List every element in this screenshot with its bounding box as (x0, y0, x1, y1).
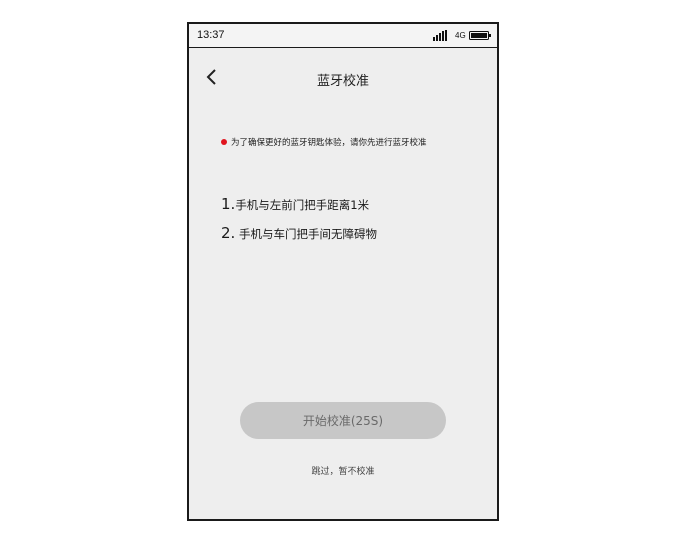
signal-bars-icon (433, 30, 447, 41)
status-bar: 13:37 4G (189, 24, 497, 48)
nav-bar: 蓝牙校准 (189, 48, 497, 104)
step-text: 手机与左前门把手距离1米 (235, 198, 370, 212)
network-type: 4G (455, 31, 466, 40)
instruction-step-1: 1.手机与左前门把手距离1米 (221, 195, 369, 213)
step-text: 手机与车门把手间无障碍物 (235, 227, 377, 241)
page-title: 蓝牙校准 (316, 74, 369, 89)
notice-text: 为了确保更好的蓝牙钥匙体验，请你先进行蓝牙校准 (231, 138, 427, 148)
phone-frame: 13:37 4G 蓝牙校准 为了确保更好的蓝牙钥匙体验，请你先进行蓝牙校准 1.… (187, 22, 499, 521)
start-calibration-button[interactable]: 开始校准(25S) (240, 402, 446, 439)
red-dot-icon (221, 138, 227, 145)
skip-calibration-link[interactable]: 跳过，暂不校准 (189, 464, 497, 477)
calibration-notice: 为了确保更好的蓝牙钥匙体验，请你先进行蓝牙校准 (221, 136, 427, 148)
step-number: 2. (221, 224, 236, 242)
step-number: 1. (221, 195, 236, 213)
instruction-step-2: 2. 手机与车门把手间无障碍物 (221, 224, 377, 242)
status-time: 13:37 (197, 29, 225, 41)
battery-icon (469, 31, 491, 40)
